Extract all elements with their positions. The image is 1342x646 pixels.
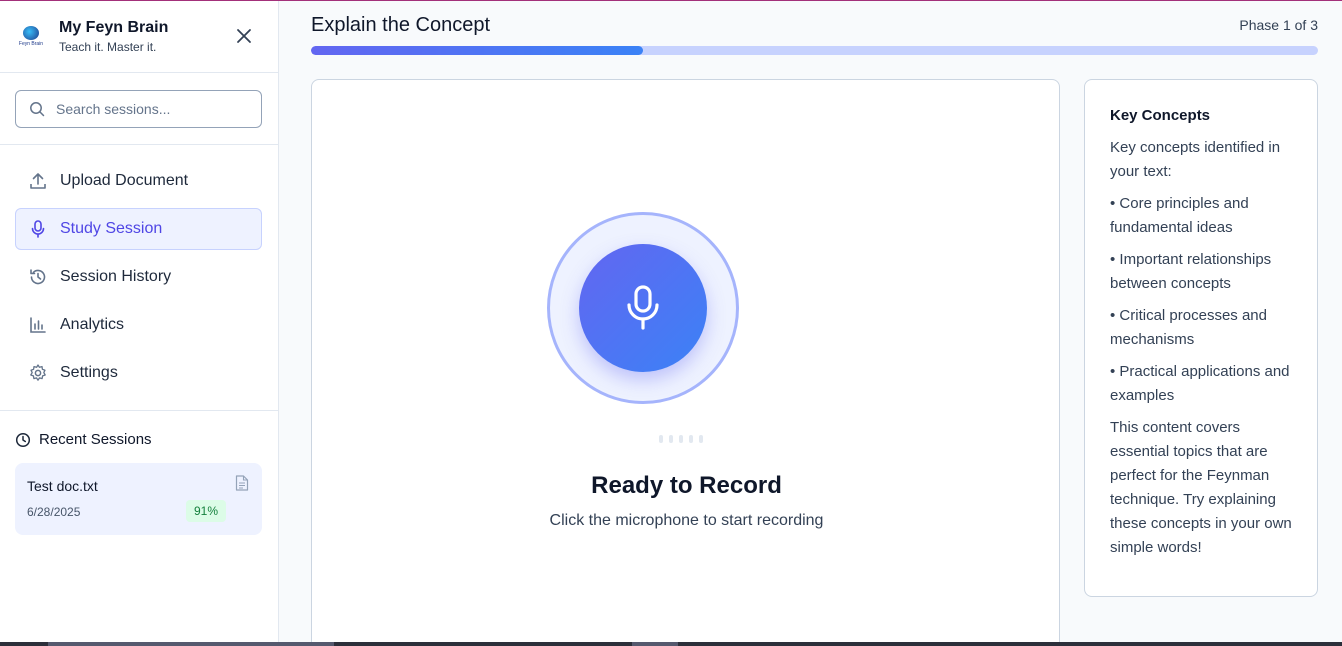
- key-concept-item: • Practical applications and examples: [1110, 363, 1290, 404]
- recording-status-title: Ready to Record: [591, 472, 782, 499]
- phase-progress-bar: [311, 46, 1318, 55]
- session-card[interactable]: Test doc.txt 6/28/2025 91%: [15, 463, 262, 535]
- search-box[interactable]: [15, 90, 262, 128]
- recent-sessions-title: Recent Sessions: [39, 431, 152, 448]
- audio-level-bar: [679, 435, 683, 443]
- main-content: Explain the Concept Phase 1 of 3 Ready t…: [279, 1, 1342, 646]
- audio-level-bar: [689, 435, 693, 443]
- window-top-border: [0, 0, 1342, 1]
- upload-icon: [28, 171, 48, 191]
- taskbar-strip: [0, 642, 1342, 646]
- recent-sessions-header: Recent Sessions: [15, 431, 262, 448]
- history-icon: [28, 267, 48, 287]
- sidebar-item-label: Analytics: [60, 316, 125, 333]
- sidebar-item-label: Settings: [60, 364, 118, 381]
- clock-icon: [15, 432, 31, 447]
- sidebar-nav: Upload Document Study Session Session Hi…: [0, 145, 278, 411]
- microphone-icon: [627, 285, 659, 330]
- bar-chart-icon: [28, 315, 48, 335]
- close-icon: [237, 29, 251, 43]
- sidebar-item-label: Study Session: [60, 220, 163, 237]
- session-date: 6/28/2025: [27, 505, 81, 519]
- audio-level-indicator: [659, 435, 703, 443]
- key-concepts-body: Key concepts identified in your text: • …: [1110, 136, 1297, 560]
- session-score-badge: 91%: [185, 500, 226, 522]
- key-concepts-intro: Key concepts identified in your text:: [1110, 139, 1281, 180]
- sidebar-item-upload-document[interactable]: Upload Document: [15, 160, 262, 202]
- key-concept-item: • Important relationships between concep…: [1110, 251, 1272, 292]
- key-concept-item: • Core principles and fundamental ideas: [1110, 195, 1249, 236]
- sidebar-item-analytics[interactable]: Analytics: [15, 304, 262, 346]
- phase-title: Explain the Concept: [311, 14, 491, 36]
- session-name: Test doc.txt: [27, 478, 98, 494]
- audio-level-bar: [669, 435, 673, 443]
- search-input[interactable]: [56, 101, 246, 117]
- key-concepts-title: Key Concepts: [1110, 107, 1211, 124]
- app-title: My Feyn Brain: [59, 19, 169, 36]
- recent-sessions: Recent Sessions Test doc.txt 6/28/2025 9…: [0, 411, 278, 535]
- close-sidebar-button[interactable]: [236, 28, 252, 44]
- brain-logo-icon: Feyn Brain: [18, 24, 44, 50]
- sidebar-item-study-session[interactable]: Study Session: [15, 208, 262, 250]
- sidebar: Feyn Brain My Feyn Brain Teach it. Maste…: [0, 1, 279, 642]
- logo-text: Feyn Brain: [18, 41, 44, 47]
- audio-level-bar: [659, 435, 663, 443]
- sidebar-item-settings[interactable]: Settings: [15, 352, 262, 394]
- phase-progress-fill: [311, 46, 644, 55]
- recording-panel: Ready to Record Click the microphone to …: [311, 79, 1060, 646]
- sidebar-item-session-history[interactable]: Session History: [15, 256, 262, 298]
- sidebar-item-label: Upload Document: [60, 172, 189, 189]
- search-section: [0, 73, 278, 145]
- key-concepts-outro: This content covers essential topics tha…: [1110, 419, 1292, 556]
- key-concepts-panel: Key Concepts Key concepts identified in …: [1084, 79, 1318, 597]
- gear-icon: [28, 363, 48, 383]
- search-icon: [30, 102, 45, 117]
- sidebar-item-label: Session History: [60, 268, 172, 285]
- brand-header: Feyn Brain My Feyn Brain Teach it. Maste…: [0, 1, 278, 73]
- document-icon: [235, 475, 249, 496]
- recording-status-subtitle: Click the microphone to start recording: [549, 512, 824, 529]
- brand-text: My Feyn Brain Teach it. Master it.: [59, 18, 168, 55]
- microphone-icon: [28, 219, 48, 239]
- app-tagline: Teach it. Master it.: [59, 40, 157, 54]
- key-concept-item: • Critical processes and mechanisms: [1110, 307, 1267, 348]
- phase-indicator: Phase 1 of 3: [1239, 17, 1318, 33]
- audio-level-bar: [699, 435, 703, 443]
- record-button[interactable]: [579, 244, 707, 372]
